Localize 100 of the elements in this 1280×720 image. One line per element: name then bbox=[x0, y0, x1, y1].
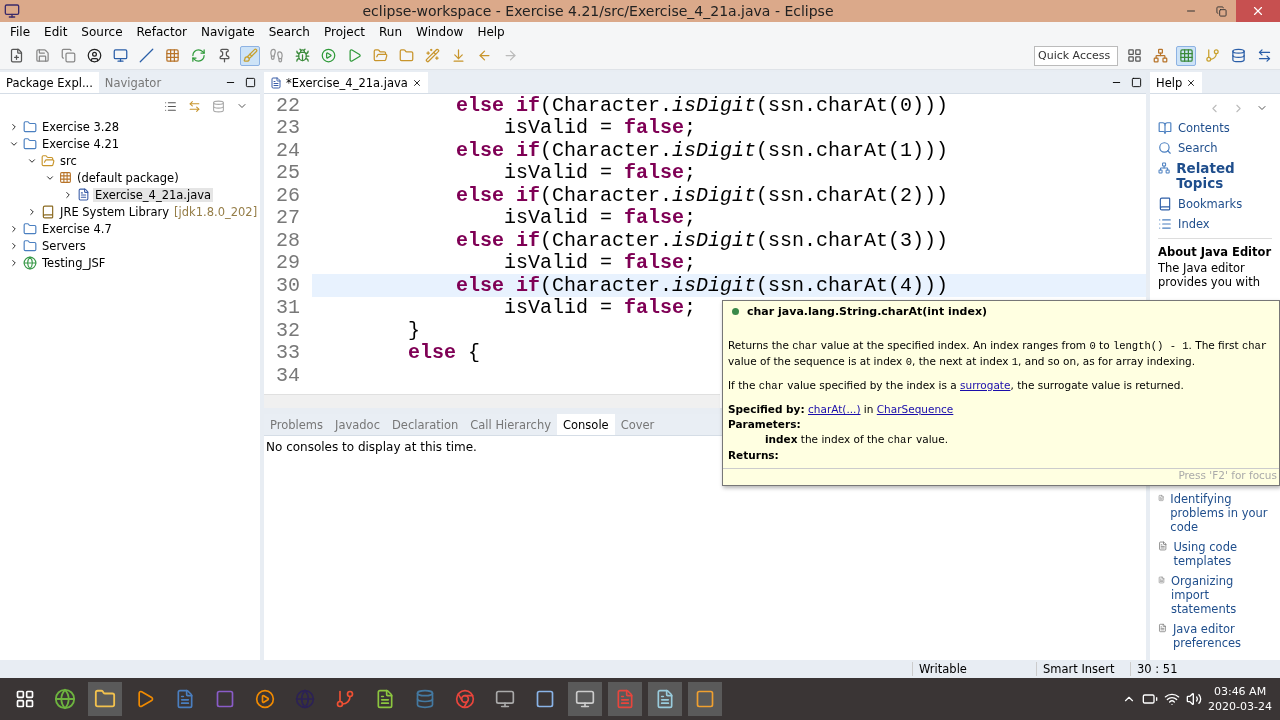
volume-icon[interactable] bbox=[1186, 691, 1203, 707]
menu-item[interactable]: Source bbox=[75, 25, 129, 39]
help-tab-label[interactable]: Help bbox=[1156, 75, 1183, 90]
view-tab[interactable]: Cover bbox=[614, 414, 661, 435]
topic-icon bbox=[1158, 540, 1168, 552]
project-folder-icon bbox=[23, 119, 37, 134]
help-link[interactable]: Index bbox=[1178, 217, 1210, 231]
jdk-version: [jdk1.8.0_202] bbox=[174, 204, 258, 219]
help-link[interactable]: Contents bbox=[1178, 121, 1230, 135]
wifi-icon[interactable] bbox=[1164, 691, 1181, 707]
public-method-icon bbox=[732, 308, 739, 315]
help-link[interactable]: Search bbox=[1178, 141, 1218, 155]
help-topic-link[interactable]: Identifying problems in your code bbox=[1170, 492, 1272, 534]
tree-item[interactable]: (default package) bbox=[75, 170, 181, 185]
topic-icon bbox=[1158, 492, 1165, 504]
close-icon[interactable] bbox=[1186, 77, 1197, 88]
menu-item[interactable]: Edit bbox=[38, 25, 74, 39]
code-line: } bbox=[407, 318, 421, 342]
about-text: The Java editor provides you with bbox=[1158, 261, 1262, 289]
code-line: else if(Character.isDigit(ssn.charAt(3))) bbox=[455, 228, 949, 252]
related-topics-icon bbox=[1158, 161, 1171, 175]
topic-icon bbox=[1158, 622, 1167, 634]
help-topic-link[interactable]: Java editor preferences bbox=[1172, 622, 1272, 650]
java-file-icon bbox=[77, 188, 90, 201]
tree-item[interactable]: Exercise_4_21a.java bbox=[93, 187, 214, 202]
index-icon bbox=[1158, 217, 1172, 231]
menu-item[interactable]: Run bbox=[373, 25, 409, 39]
tree-item[interactable]: JRE System Library bbox=[58, 204, 172, 219]
brush-icon[interactable] bbox=[240, 45, 260, 66]
clock-time[interactable]: 03:46 AM bbox=[1208, 684, 1272, 699]
view-tab[interactable]: Navigator bbox=[98, 72, 168, 93]
code-line: else if(Character.isDigit(ssn.charAt(4))) bbox=[455, 273, 949, 297]
view-tab[interactable]: Call Hierarchy bbox=[464, 414, 557, 435]
source-folder-icon bbox=[41, 153, 55, 168]
window-title: eclipse-workspace - Exercise 4.21/src/Exercise_4_21a.java - Eclipse bbox=[361, 3, 835, 19]
code-line: isValid = false; bbox=[503, 296, 697, 320]
help-tab[interactable]: Help bbox=[1150, 72, 1203, 93]
contents-icon bbox=[1158, 121, 1172, 135]
menu-item[interactable]: Project bbox=[317, 25, 372, 39]
javadoc-paragraph: If the char value specified by the index is a surrogate, the surrogate value is returned. bbox=[728, 378, 1185, 394]
parameter-description: the index of the char value. bbox=[800, 433, 949, 445]
web-project-icon bbox=[23, 255, 37, 270]
tree-item[interactable]: Exercise 4.7 bbox=[40, 221, 114, 236]
code-line: isValid = false; bbox=[503, 251, 697, 275]
help-topic-link[interactable]: Organizing import statements bbox=[1171, 574, 1272, 616]
code-line: else if(Character.isDigit(ssn.charAt(1))) bbox=[455, 138, 949, 162]
code-line: else if(Character.isDigit(ssn.charAt(2))) bbox=[455, 183, 949, 207]
bookmarks-icon bbox=[1158, 197, 1172, 211]
line-number: 30 bbox=[264, 273, 312, 297]
menu-item[interactable]: Refactor bbox=[130, 25, 193, 39]
view-tab[interactable]: Javadoc bbox=[329, 414, 386, 435]
editor-tab-label[interactable]: *Exercise_4_21a.java bbox=[286, 75, 408, 90]
topic-icon bbox=[1158, 574, 1165, 586]
menu-item[interactable]: Search bbox=[262, 25, 316, 39]
menu-item[interactable]: File bbox=[4, 25, 37, 39]
tree-item[interactable]: Servers bbox=[40, 238, 88, 253]
clock-date[interactable]: 2020-03-24 bbox=[1208, 699, 1272, 714]
help-topic-link[interactable]: Using code templates bbox=[1173, 540, 1272, 568]
library-icon bbox=[41, 204, 55, 219]
restore-icon bbox=[1215, 5, 1227, 17]
menu-item[interactable]: Help bbox=[471, 25, 511, 39]
notepad-icon[interactable] bbox=[648, 682, 682, 716]
package-icon bbox=[59, 171, 72, 184]
view-tab[interactable]: Problems bbox=[264, 414, 329, 435]
menu-item[interactable]: Window bbox=[410, 25, 470, 39]
search-icon bbox=[1158, 141, 1172, 155]
console-message: No consoles to display at this time. bbox=[266, 440, 477, 454]
tree-item[interactable]: Testing_JSF bbox=[40, 255, 108, 270]
code-line: else { bbox=[407, 341, 481, 365]
close-icon[interactable] bbox=[411, 77, 422, 88]
in-word: in bbox=[863, 403, 874, 415]
interface-link[interactable]: CharSequence bbox=[876, 403, 954, 415]
view-tab[interactable]: Package Expl... bbox=[0, 72, 99, 93]
tree-item[interactable]: Exercise 3.28 bbox=[40, 119, 122, 134]
view-tab[interactable]: Declaration bbox=[385, 414, 465, 435]
method-signature: char java.lang.String.charAt(int index) bbox=[747, 305, 988, 318]
tree-item[interactable]: src bbox=[58, 153, 79, 168]
focus-hint: Press 'F2' for focus bbox=[723, 468, 1279, 485]
project-folder-icon bbox=[23, 136, 37, 151]
view-tab[interactable]: Console bbox=[557, 414, 615, 435]
code-line: isValid = false; bbox=[503, 206, 697, 230]
java-file-icon bbox=[270, 76, 282, 89]
help-link[interactable]: Bookmarks bbox=[1178, 197, 1243, 211]
help-link[interactable]: Related Topics bbox=[1176, 161, 1272, 191]
cursor-position: 30 : 51 bbox=[1130, 662, 1280, 676]
method-link[interactable]: charAt(...) bbox=[808, 403, 861, 415]
battery-icon[interactable] bbox=[1142, 691, 1159, 707]
parameter-name: index bbox=[765, 433, 798, 445]
java-perspective-icon[interactable] bbox=[1176, 45, 1196, 66]
project-folder-icon bbox=[23, 238, 37, 253]
parameters-label: Parameters: bbox=[728, 417, 802, 432]
horizontal-scrollbar[interactable] bbox=[264, 394, 720, 408]
tree-item[interactable]: Exercise 4.21 bbox=[40, 136, 122, 151]
project-folder-icon bbox=[23, 221, 37, 236]
menu-item[interactable]: Navigate bbox=[194, 25, 261, 39]
quick-access-field[interactable]: Quick Access bbox=[1034, 45, 1118, 66]
specified-by-label: Specified by: bbox=[728, 403, 805, 415]
folder-icon[interactable] bbox=[88, 682, 122, 716]
returns-label: Returns: bbox=[728, 448, 780, 463]
editor-tab[interactable]: *Exercise_4_21a.java bbox=[264, 72, 428, 93]
